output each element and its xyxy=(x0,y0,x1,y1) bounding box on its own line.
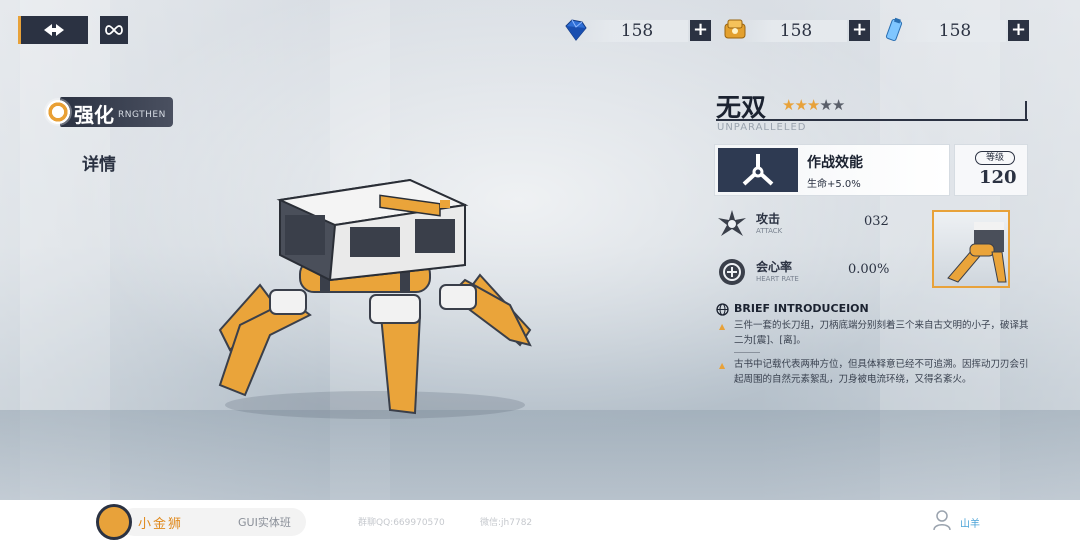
footer-bar: 小金狮 GUI实体班 群聊QQ:669970570 微信:jh7782 山羊 xyxy=(0,500,1080,545)
wechat-watermark: 微信:jh7782 xyxy=(480,518,533,528)
weapon-thumbnail[interactable] xyxy=(932,210,1010,288)
star-icon: ★ xyxy=(794,96,807,114)
add-crystal-button[interactable]: + xyxy=(690,20,711,41)
resource-energy: 158 + xyxy=(880,16,1030,44)
crit-rate-icon xyxy=(719,259,745,285)
qq-watermark: 群聊QQ:669970570 xyxy=(358,518,445,528)
user-name: 山羊 xyxy=(960,519,980,530)
stat-name: 会心率 xyxy=(756,260,793,274)
weapon-subtitle: UNPARALLELED xyxy=(717,122,807,133)
resource-value: 158 xyxy=(779,21,813,41)
bullet-triangle-icon: ▲ xyxy=(719,361,726,370)
add-energy-button[interactable]: + xyxy=(1008,20,1029,41)
skill-icon-frame xyxy=(718,148,798,192)
course-name: GUI实体班 xyxy=(238,516,291,529)
user-icon xyxy=(933,510,951,531)
lion-logo-icon xyxy=(96,504,132,540)
star-icon: ★ xyxy=(819,96,832,114)
blue-crystal-icon xyxy=(565,19,587,41)
level-card: 等级 120 xyxy=(954,144,1028,196)
tab-enhance-sublabel: RNGTHEN xyxy=(118,110,166,120)
stat-en: HEART RATE xyxy=(756,275,799,283)
bullet-triangle-icon: ▲ xyxy=(719,322,726,331)
gold-coin-icon xyxy=(724,19,746,39)
tab-detail[interactable]: 详情 xyxy=(82,150,116,175)
add-gold-button[interactable]: + xyxy=(849,20,870,41)
weapon-model xyxy=(218,178,532,419)
tab-indicator-icon xyxy=(44,98,72,126)
skill-name: 作战效能 xyxy=(807,155,863,171)
intro-paragraph: 三件一套的长刀组，刀柄底端分别刻着三个来自古文明的小子，破译其二为[震]、[离]… xyxy=(734,320,1029,346)
level-value: 120 xyxy=(979,167,1017,188)
globe-icon xyxy=(716,303,729,316)
resource-gold: 158 + xyxy=(721,16,871,44)
back-arrow-icon xyxy=(43,24,64,36)
attack-icon xyxy=(718,210,746,236)
stat-value: 032 xyxy=(864,214,889,229)
star-icon: ★ xyxy=(831,96,845,114)
stat-crit-rate: 会心率 HEART RATE 0.00% xyxy=(716,256,896,292)
infinity-icon xyxy=(105,25,123,35)
intro-paragraph: 古书中记载代表两种方位，但具体释意已经不可追溯。因挥动刀刃会引起周围的自然元素絮… xyxy=(734,359,1029,385)
tri-blade-icon xyxy=(742,154,774,186)
tab-enhance[interactable]: 强化 RNGTHEN xyxy=(44,97,173,127)
star-rating: ★★★★★ xyxy=(782,96,845,114)
weapon-thumbnail-image xyxy=(947,222,1007,283)
stat-value: 0.00% xyxy=(848,262,890,277)
intro-heading: BRIEF INTRODUCEION xyxy=(734,302,869,315)
skill-effect: 生命+5.0% xyxy=(807,179,861,190)
star-icon: ★ xyxy=(806,96,820,114)
title-divider-tick xyxy=(1025,101,1027,119)
intro-divider xyxy=(734,352,760,353)
back-button[interactable] xyxy=(18,16,88,44)
stat-attack: 攻击 ATTACK 032 xyxy=(716,208,896,244)
level-label: 等级 xyxy=(975,151,1015,165)
star-icon: ★ xyxy=(782,96,795,114)
title-divider xyxy=(716,119,1028,121)
resource-crystal: 158 + xyxy=(562,16,712,44)
resource-value: 158 xyxy=(938,21,972,41)
tab-enhance-label: 强化 xyxy=(74,103,114,127)
energy-bottle-icon xyxy=(885,17,903,42)
stat-en: ATTACK xyxy=(756,227,783,235)
stat-name: 攻击 xyxy=(756,212,781,226)
resource-value: 158 xyxy=(620,21,654,41)
brand-name: 小金狮 xyxy=(138,517,184,532)
skill-card[interactable]: 作战效能 生命+5.0% xyxy=(714,144,950,196)
infinity-button[interactable] xyxy=(100,16,128,44)
